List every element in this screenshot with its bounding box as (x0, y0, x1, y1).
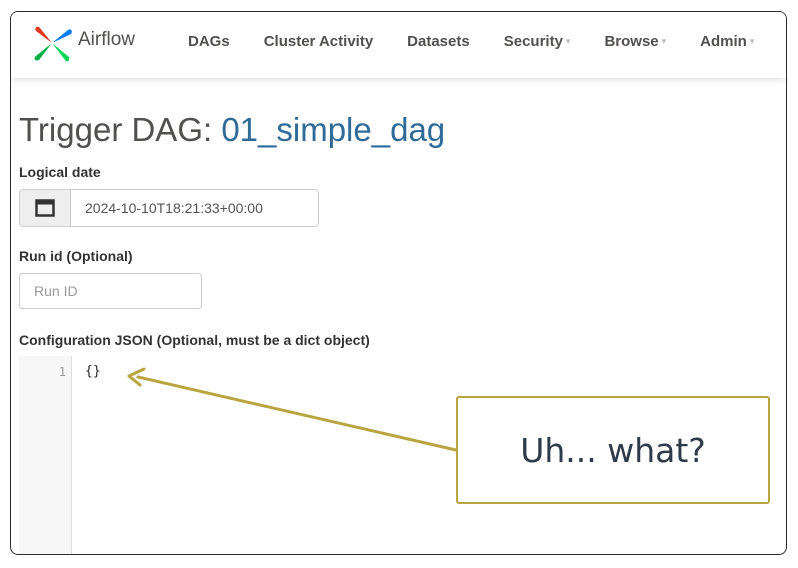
calendar-icon (35, 199, 55, 217)
nav-item-dags[interactable]: DAGs (188, 33, 230, 50)
nav-item-datasets[interactable]: Datasets (407, 33, 470, 50)
brand-name: Airflow (78, 29, 136, 50)
logical-date-label: Logical date (19, 164, 101, 180)
nav-item-label: Browse (604, 33, 659, 50)
top-navbar: Airflow DAGs Cluster Activity Datasets S… (11, 12, 786, 78)
nav-item-label: DAGs (188, 33, 230, 50)
editor-gutter: 1 (19, 356, 72, 554)
chevron-down-icon: ▾ (661, 36, 667, 46)
page-title-prefix: Trigger DAG: (19, 111, 222, 148)
run-id-input[interactable] (19, 273, 202, 309)
page-title: Trigger DAG: 01_simple_dag (19, 111, 445, 149)
nav-item-cluster-activity[interactable]: Cluster Activity (264, 33, 373, 50)
nav-item-browse[interactable]: Browse ▾ (604, 33, 666, 50)
nav-menu: DAGs Cluster Activity Datasets Security … (188, 33, 754, 50)
airflow-logo-icon (34, 26, 72, 62)
annotation-callout: Uh... what? (456, 396, 770, 504)
annotation-text: Uh... what? (520, 430, 706, 470)
calendar-button[interactable] (20, 190, 71, 226)
config-json-code[interactable]: {} (85, 364, 101, 379)
logical-date-input[interactable] (71, 190, 318, 226)
nav-item-admin[interactable]: Admin ▾ (700, 33, 754, 50)
line-number: 1 (58, 365, 66, 379)
chevron-down-icon: ▾ (749, 36, 755, 46)
nav-item-label: Datasets (407, 33, 470, 50)
nav-item-label: Cluster Activity (263, 33, 374, 50)
config-json-label: Configuration JSON (Optional, must be a … (19, 332, 370, 348)
nav-item-label: Admin (700, 33, 747, 50)
run-id-label: Run id (Optional) (19, 248, 133, 264)
nav-item-security[interactable]: Security ▾ (504, 33, 571, 50)
airflow-brand-link[interactable]: Airflow (31, 20, 135, 68)
dag-id-link[interactable]: 01_simple_dag (221, 111, 445, 148)
nav-item-label: Security (503, 33, 563, 50)
logical-date-group (19, 189, 319, 227)
chevron-down-icon: ▾ (565, 36, 571, 46)
